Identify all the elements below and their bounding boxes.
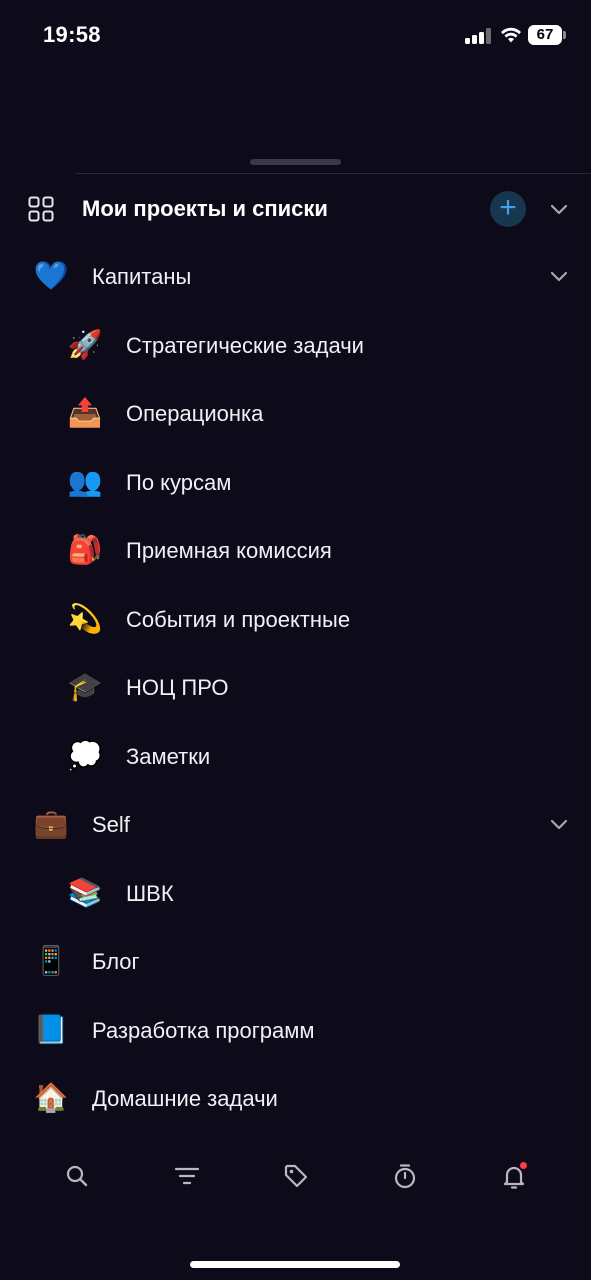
list-item-icon: 🏠 [33, 1081, 69, 1114]
sheet-grabber[interactable] [250, 159, 341, 165]
list-item-noc-pro[interactable]: 🎓 НОЦ ПРО [0, 655, 591, 719]
list-item-icon: 📚 [67, 876, 103, 909]
list-item-icon: 🎓 [67, 670, 103, 703]
list-item-events[interactable]: 💫 События и проектные [0, 587, 591, 651]
list-item-kapitany[interactable]: 💙 Капитаны [0, 244, 591, 308]
list-item-icon: 💼 [33, 807, 69, 840]
filter-icon[interactable] [173, 1162, 201, 1190]
list-item-admissions[interactable]: 🎒 Приемная комиссия [0, 518, 591, 582]
list-item-icon: 🎒 [67, 533, 103, 566]
chevron-down-icon[interactable] [549, 202, 569, 216]
list-item-operations[interactable]: 📤 Операционка [0, 381, 591, 445]
battery-cap [563, 31, 566, 39]
wifi-icon [501, 27, 521, 43]
list-item-self[interactable]: 💼 Self [0, 792, 591, 856]
sheet-divider [76, 173, 591, 174]
list-item-label: Self [92, 812, 130, 837]
list-item-blog[interactable]: 📱 Блог [0, 929, 591, 993]
notification-badge [520, 1162, 527, 1169]
list-item-label: Блог [92, 949, 140, 974]
status-time: 19:58 [43, 22, 101, 47]
list-item-icon: 💭 [67, 739, 103, 772]
bottom-toolbar [0, 1148, 591, 1208]
list-item-label: Стратегические задачи [126, 333, 364, 358]
list-item-label: Приемная комиссия [126, 538, 332, 563]
list-item-label: Домашние задачи [92, 1086, 278, 1111]
search-icon[interactable] [63, 1162, 91, 1190]
list-item-strategic[interactable]: 🚀 Стратегические задачи [0, 313, 591, 377]
list-item-label: Разработка программ [92, 1018, 315, 1043]
tag-icon[interactable] [282, 1162, 310, 1190]
list-item-shvk[interactable]: 📚 ШВК [0, 861, 591, 925]
list-item-courses[interactable]: 👥 По курсам [0, 450, 591, 514]
projects-header: Мои проекты и списки + [0, 180, 591, 238]
chevron-down-icon[interactable] [549, 269, 569, 283]
add-project-button[interactable]: + [490, 191, 526, 227]
list-item-home-tasks[interactable]: 🏠 Домашние задачи [0, 1066, 591, 1130]
screen: 19:58 67 Мои проекты и списки + 💙 Капита… [0, 0, 591, 1280]
list-item-label: ШВК [126, 881, 174, 906]
list-item-icon: 👥 [67, 465, 103, 498]
list-item-notes[interactable]: 💭 Заметки [0, 724, 591, 788]
list-item-icon: 🚀 [67, 328, 103, 361]
list-item-icon: 📘 [33, 1013, 69, 1046]
list-item-label: НОЦ ПРО [126, 675, 229, 700]
list-item-icon: 📱 [33, 944, 69, 977]
list-item-dev-programs[interactable]: 📘 Разработка программ [0, 998, 591, 1062]
list-item-label: Капитаны [92, 264, 192, 289]
status-bar: 19:58 67 [0, 0, 591, 70]
chevron-down-icon[interactable] [549, 817, 569, 831]
list-item-label: Заметки [126, 744, 211, 769]
timer-icon[interactable] [391, 1162, 419, 1190]
header-title: Мои проекты и списки [82, 196, 328, 221]
list-item-icon: 💫 [67, 602, 103, 635]
cellular-signal-icon [465, 28, 493, 44]
list-item-icon: 💙 [33, 259, 69, 292]
home-indicator [190, 1261, 400, 1268]
list-item-label: События и проектные [126, 607, 351, 632]
grid-icon [28, 196, 54, 222]
list-item-label: По курсам [126, 470, 232, 495]
list-item-label: Операционка [126, 401, 264, 426]
battery-indicator: 67 [528, 25, 562, 45]
list-item-icon: 📤 [67, 396, 103, 429]
